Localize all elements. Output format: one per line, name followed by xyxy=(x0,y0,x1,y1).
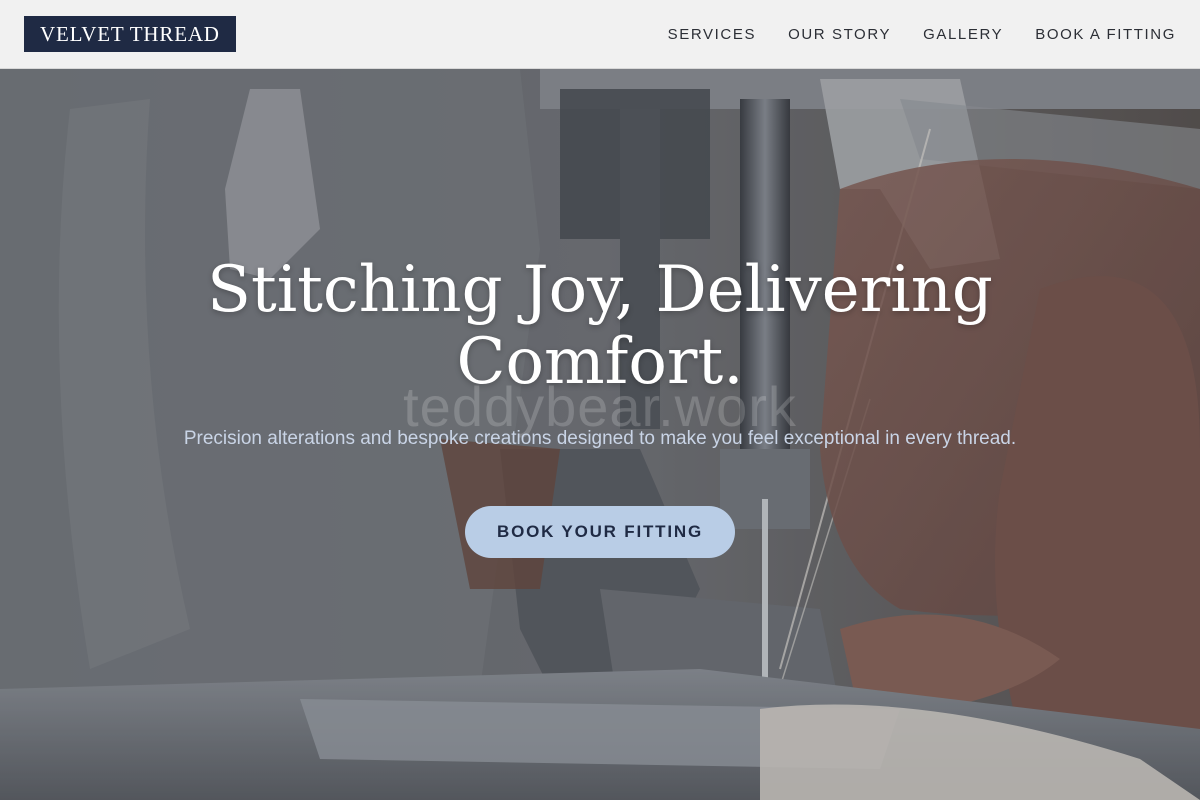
hero-title-line-1: Stitching Joy, Delivering xyxy=(207,253,993,327)
brand-logo[interactable]: VELVET THREAD xyxy=(24,16,236,52)
site-header: VELVET THREAD SERVICES OUR STORY GALLERY… xyxy=(0,0,1200,69)
nav-link-book-a-fitting[interactable]: BOOK A FITTING xyxy=(1035,26,1176,43)
main-nav: SERVICES OUR STORY GALLERY BOOK A FITTIN… xyxy=(668,26,1176,43)
hero-section: Stitching Joy, Delivering Comfort. teddy… xyxy=(0,69,1200,800)
book-your-fitting-button[interactable]: BOOK YOUR FITTING xyxy=(465,506,735,558)
nav-link-services[interactable]: SERVICES xyxy=(668,26,756,43)
nav-link-our-story[interactable]: OUR STORY xyxy=(788,26,891,43)
nav-link-gallery[interactable]: GALLERY xyxy=(923,26,1003,43)
hero-subtitle: Precision alterations and bespoke creati… xyxy=(183,428,1017,449)
